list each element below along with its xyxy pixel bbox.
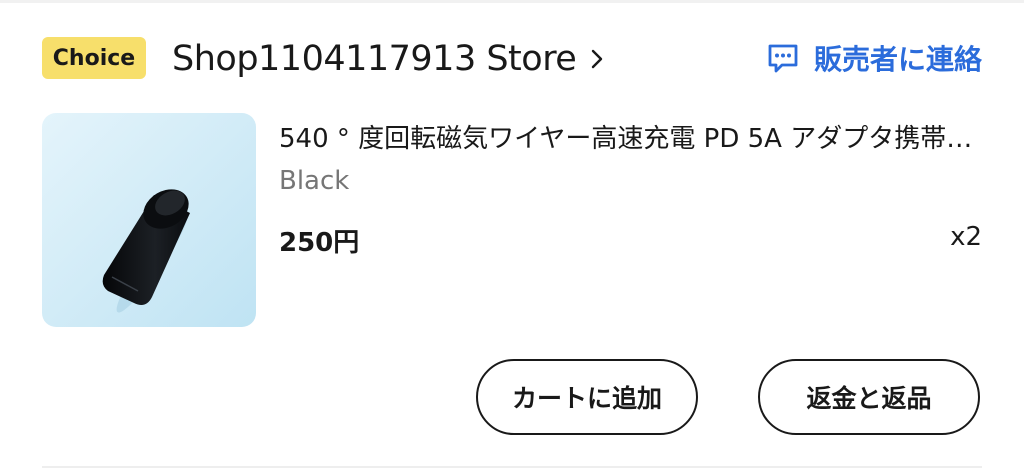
- quantity: x2: [950, 222, 982, 252]
- choice-badge: Choice: [42, 37, 146, 79]
- product-title[interactable]: 540 ° 度回転磁気ワイヤー高速充電 PD 5A アダプタ携帯電話ケーブル: [279, 118, 981, 155]
- top-divider: [0, 0, 1024, 3]
- store-name: Shop1104117913 Store: [172, 39, 577, 79]
- bottom-divider: [42, 466, 982, 468]
- price: 250円: [279, 228, 360, 258]
- refund-and-return-button[interactable]: 返金と返品: [758, 359, 980, 435]
- variant-label: Black: [279, 166, 350, 196]
- add-to-cart-button[interactable]: カートに追加: [476, 359, 698, 435]
- chevron-right-icon: [590, 48, 604, 70]
- chat-icon: [766, 41, 800, 75]
- store-link[interactable]: Shop1104117913 Store: [172, 36, 604, 82]
- product-image[interactable]: [42, 113, 256, 327]
- contact-seller-button[interactable]: 販売者に連絡: [766, 37, 982, 79]
- contact-seller-label: 販売者に連絡: [813, 43, 982, 76]
